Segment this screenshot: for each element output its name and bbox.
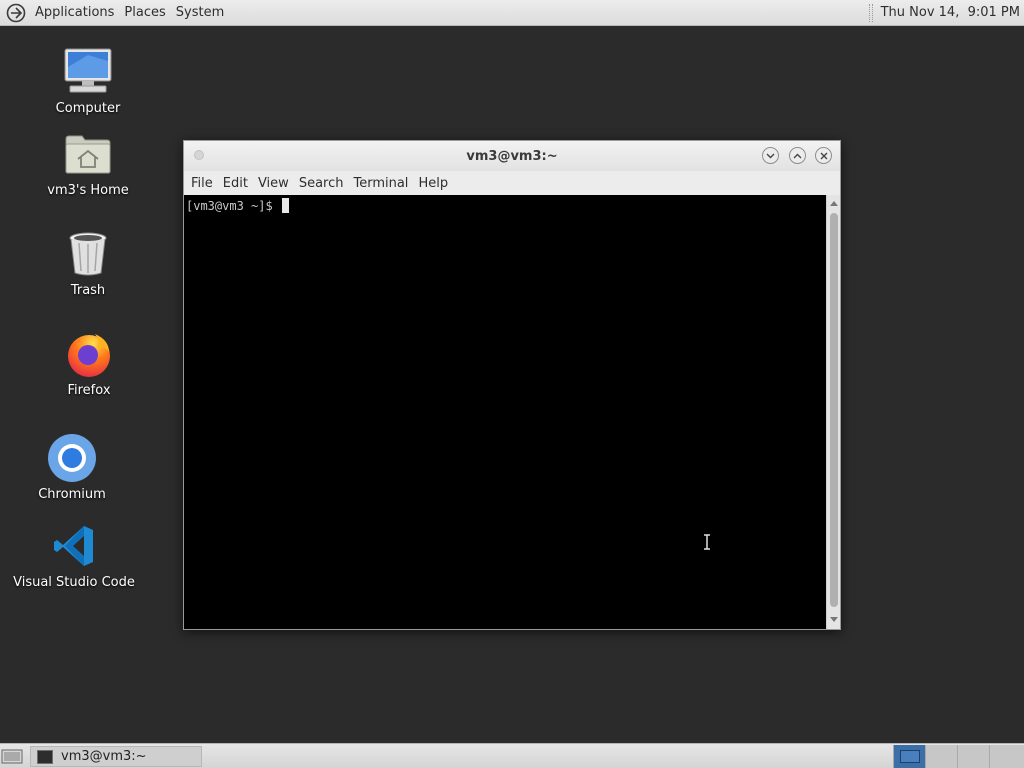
close-icon [820,152,827,159]
desktop-icon-label: Visual Studio Code [13,575,135,590]
workspace-4[interactable] [989,745,1024,768]
terminal-icon [37,749,53,764]
desktop-icon-label: Trash [70,283,106,298]
desktop-icon-label: Computer [55,101,121,116]
shell-prompt: [vm3@vm3 ~]$ [186,198,280,213]
vscode-icon [48,520,100,572]
home-folder-icon [62,128,114,180]
window-title: vm3@vm3:~ [466,148,558,164]
text-cursor [281,198,289,213]
desktop-icon-computer[interactable]: Computer [23,46,153,116]
desktop-icon-label: Firefox [67,383,111,398]
desktop-icon-home[interactable]: vm3's Home [23,128,153,198]
top-panel: Applications Places System Thu Nov 14, 9… [0,0,1024,26]
desktop-icon-label: Chromium [38,487,106,502]
chevron-up-icon [793,153,802,158]
computer-icon [62,46,114,98]
ibeam-cursor-icon [704,534,710,550]
panel-separator [868,3,873,22]
trash-icon [62,228,114,280]
places-menu[interactable]: Places [119,5,170,20]
workspace-1[interactable] [893,745,925,768]
distro-logo-icon[interactable] [6,3,26,23]
scroll-down-icon[interactable] [830,617,838,622]
taskbar-window-button[interactable]: vm3@vm3:~ [30,746,202,767]
scroll-up-icon[interactable] [830,201,838,206]
workspace-3[interactable] [957,745,989,768]
workspace-window-thumbnail [900,750,920,763]
desktop-icon-label: vm3's Home [47,183,129,198]
scroll-thumb[interactable] [830,213,838,607]
menu-search[interactable]: Search [294,176,349,191]
workspace-2[interactable] [925,745,957,768]
minimize-button[interactable] [762,147,779,164]
menu-view[interactable]: View [253,176,294,191]
close-button[interactable] [815,147,832,164]
prompt-line: [vm3@vm3 ~]$ [186,198,824,213]
menu-help[interactable]: Help [413,176,453,191]
terminal-window[interactable]: vm3@vm3:~ File Edit View Search Terminal… [183,140,841,630]
menu-terminal[interactable]: Terminal [348,176,413,191]
desktop-icon-vscode[interactable]: Visual Studio Code [9,520,139,590]
desktop-icon-trash[interactable]: Trash [23,228,153,298]
maximize-button[interactable] [789,147,806,164]
desktop-icon-firefox[interactable]: Firefox [24,328,154,398]
terminal-menubar: File Edit View Search Terminal Help [184,171,840,195]
terminal-output[interactable]: [vm3@vm3 ~]$ [184,195,826,629]
system-menu[interactable]: System [171,5,229,20]
taskbar-window-label: vm3@vm3:~ [61,749,147,764]
terminal-titlebar[interactable]: vm3@vm3:~ [184,141,840,171]
clock[interactable]: Thu Nov 14, 9:01 PM [881,5,1020,20]
window-menu-icon[interactable] [194,150,204,160]
bottom-taskbar: vm3@vm3:~ [0,743,1024,768]
menu-edit[interactable]: Edit [218,176,253,191]
applications-menu[interactable]: Applications [30,5,119,20]
show-desktop-icon[interactable] [1,747,23,765]
chevron-down-icon [766,153,775,158]
menu-file[interactable]: File [186,176,218,191]
firefox-icon [63,328,115,380]
chromium-icon [46,432,98,484]
desktop-icon-chromium[interactable]: Chromium [7,432,137,502]
terminal-scrollbar[interactable] [826,195,840,629]
